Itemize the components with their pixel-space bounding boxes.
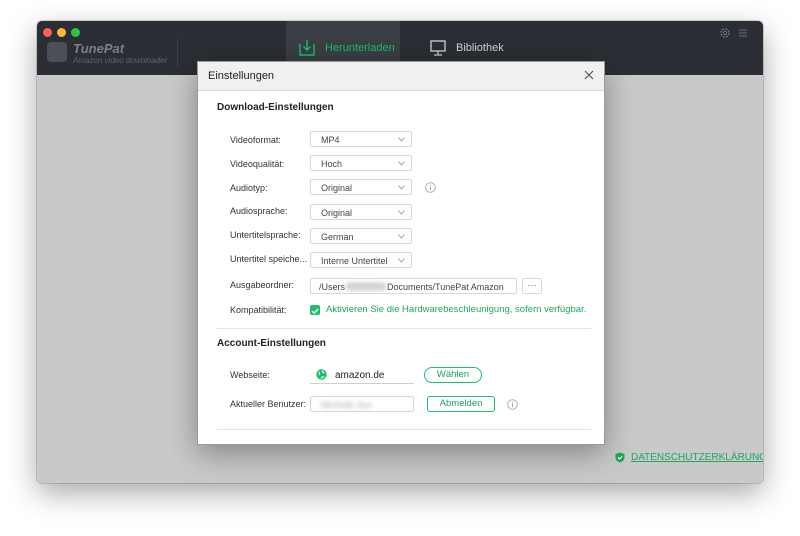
- compatibility-label: Kompatibilität:: [230, 305, 287, 315]
- output-folder-field[interactable]: /Users Documents/TunePat Amazon: [310, 278, 517, 294]
- website-value: amazon.de: [335, 370, 385, 381]
- choose-website-button[interactable]: Wählen: [424, 367, 482, 383]
- info-icon[interactable]: [507, 399, 518, 410]
- website-field[interactable]: amazon.de: [310, 367, 414, 384]
- website-label: Webseite:: [230, 370, 270, 380]
- current-user-value: Michelle Sun: [321, 400, 373, 410]
- section-divider: [217, 328, 591, 329]
- dialog-title: Einstellungen: [208, 70, 275, 82]
- subtitle-language-value: German: [321, 232, 354, 242]
- checkmark-icon: [311, 308, 319, 315]
- current-user-label: Aktueller Benutzer:: [230, 399, 307, 409]
- title-separator: [177, 39, 178, 67]
- account-settings-title: Account-Einstellungen: [217, 338, 326, 349]
- shield-icon: [615, 452, 625, 463]
- app-subtitle: Amazon video downloader: [73, 56, 168, 65]
- video-format-value: MP4: [321, 135, 340, 145]
- audio-language-value: Original: [321, 208, 353, 218]
- section-divider: [217, 429, 591, 430]
- video-format-select[interactable]: MP4: [310, 131, 412, 147]
- chevron-down-icon: [398, 258, 405, 263]
- video-format-label: Videoformat:: [230, 135, 281, 145]
- subtitle-storage-label: Untertitel speiche...: [230, 254, 308, 264]
- download-icon: [299, 40, 315, 56]
- subtitle-storage-value: Interne Untertitel: [321, 256, 388, 266]
- subtitle-language-select[interactable]: German: [310, 228, 412, 244]
- tab-download-label: Herunterladen: [325, 42, 395, 54]
- video-quality-label: Videoqualität:: [230, 159, 285, 169]
- logout-button[interactable]: Abmelden: [427, 396, 495, 412]
- audio-language-select[interactable]: Original: [310, 204, 412, 220]
- privacy-policy-link[interactable]: DATENSCHUTZERKLÄRUNG: [615, 452, 763, 463]
- output-folder-label: Ausgabeordner:: [230, 280, 295, 290]
- audio-type-value: Original: [321, 183, 353, 193]
- menu-icon[interactable]: [738, 28, 748, 38]
- output-folder-path: /Users Documents/TunePat Amazon: [319, 282, 504, 292]
- download-settings-title: Download-Einstellungen: [217, 102, 334, 113]
- audio-type-select[interactable]: Original: [310, 179, 412, 195]
- chevron-down-icon: [398, 234, 405, 239]
- video-quality-select[interactable]: Hoch: [310, 155, 412, 171]
- chevron-down-icon: [398, 161, 405, 166]
- settings-dialog: Einstellungen Download-Einstellungen Vid…: [197, 61, 605, 445]
- gear-icon[interactable]: [719, 27, 731, 39]
- dialog-header: Einstellungen: [198, 62, 604, 91]
- info-icon[interactable]: [425, 182, 436, 193]
- close-window-button[interactable]: [43, 28, 52, 37]
- hardware-acceleration-label[interactable]: Aktivieren Sie die Hardwarebeschleunigun…: [326, 304, 586, 315]
- audio-type-label: Audiotyp:: [230, 183, 268, 193]
- app-logo-icon: [47, 42, 67, 62]
- tab-library-label: Bibliothek: [456, 42, 504, 54]
- privacy-policy-label: DATENSCHUTZERKLÄRUNG: [631, 452, 763, 463]
- hardware-acceleration-checkbox[interactable]: [310, 305, 320, 315]
- chevron-down-icon: [398, 137, 405, 142]
- subtitle-language-label: Untertitelsprache:: [230, 230, 301, 240]
- chevron-down-icon: [398, 210, 405, 215]
- audio-language-label: Audiosprache:: [230, 206, 288, 216]
- app-name: TunePat: [73, 41, 125, 56]
- zoom-window-button[interactable]: [71, 28, 80, 37]
- browse-folder-button[interactable]: ···: [522, 278, 542, 294]
- minimize-window-button[interactable]: [57, 28, 66, 37]
- globe-icon: [316, 369, 327, 380]
- current-user-field: Michelle Sun: [310, 396, 414, 412]
- close-icon[interactable]: [583, 69, 595, 81]
- video-quality-value: Hoch: [321, 159, 343, 169]
- monitor-icon: [430, 40, 446, 56]
- subtitle-storage-select[interactable]: Interne Untertitel: [310, 252, 412, 268]
- chevron-down-icon: [398, 185, 405, 190]
